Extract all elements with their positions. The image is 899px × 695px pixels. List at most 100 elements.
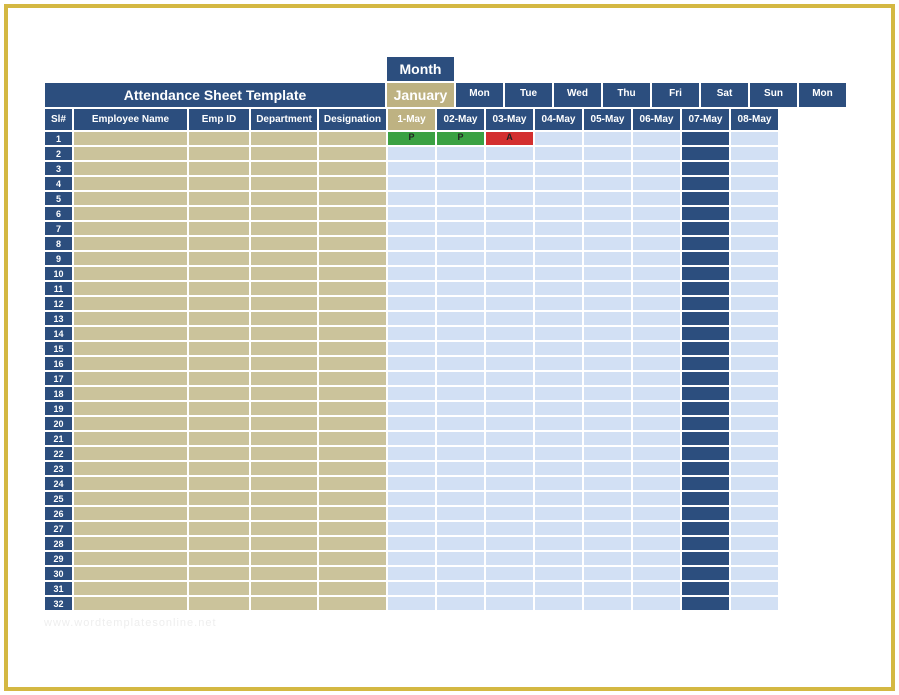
attendance-cell[interactable]	[485, 311, 534, 326]
attendance-cell[interactable]	[730, 461, 779, 476]
attendance-cell[interactable]	[485, 461, 534, 476]
attendance-cell[interactable]	[534, 416, 583, 431]
attendance-cell[interactable]	[534, 161, 583, 176]
attendance-cell[interactable]	[632, 266, 681, 281]
attendance-cell[interactable]	[534, 476, 583, 491]
attendance-cell[interactable]	[632, 566, 681, 581]
cell-desig[interactable]	[318, 581, 387, 596]
attendance-cell[interactable]	[730, 266, 779, 281]
cell-dept[interactable]	[250, 311, 318, 326]
cell-name[interactable]	[73, 326, 188, 341]
attendance-cell[interactable]	[681, 161, 730, 176]
attendance-cell[interactable]	[387, 491, 436, 506]
attendance-cell[interactable]	[436, 521, 485, 536]
attendance-cell[interactable]	[681, 281, 730, 296]
attendance-cell[interactable]	[387, 551, 436, 566]
cell-desig[interactable]	[318, 341, 387, 356]
cell-name[interactable]	[73, 356, 188, 371]
attendance-cell[interactable]	[436, 476, 485, 491]
attendance-cell[interactable]	[534, 191, 583, 206]
attendance-cell[interactable]	[485, 521, 534, 536]
cell-empid[interactable]	[188, 596, 250, 611]
attendance-cell[interactable]	[632, 161, 681, 176]
cell-dept[interactable]	[250, 221, 318, 236]
attendance-cell[interactable]	[436, 251, 485, 266]
attendance-cell[interactable]	[387, 266, 436, 281]
attendance-cell[interactable]	[436, 161, 485, 176]
cell-name[interactable]	[73, 341, 188, 356]
cell-name[interactable]	[73, 461, 188, 476]
attendance-cell[interactable]	[583, 311, 632, 326]
attendance-cell[interactable]	[632, 206, 681, 221]
cell-name[interactable]	[73, 251, 188, 266]
attendance-cell[interactable]	[583, 431, 632, 446]
attendance-cell[interactable]	[485, 281, 534, 296]
attendance-cell[interactable]	[534, 356, 583, 371]
attendance-cell[interactable]	[436, 221, 485, 236]
attendance-cell[interactable]	[730, 326, 779, 341]
attendance-cell[interactable]	[583, 326, 632, 341]
attendance-cell[interactable]	[583, 146, 632, 161]
cell-empid[interactable]	[188, 221, 250, 236]
attendance-cell[interactable]	[387, 236, 436, 251]
attendance-cell[interactable]	[681, 191, 730, 206]
attendance-cell[interactable]	[681, 506, 730, 521]
cell-dept[interactable]	[250, 446, 318, 461]
attendance-cell[interactable]	[485, 251, 534, 266]
cell-desig[interactable]	[318, 251, 387, 266]
attendance-cell[interactable]	[730, 401, 779, 416]
attendance-cell[interactable]	[387, 521, 436, 536]
cell-desig[interactable]	[318, 146, 387, 161]
attendance-cell[interactable]	[436, 566, 485, 581]
attendance-cell[interactable]	[730, 176, 779, 191]
cell-dept[interactable]	[250, 431, 318, 446]
attendance-cell[interactable]	[485, 476, 534, 491]
attendance-cell[interactable]	[485, 296, 534, 311]
attendance-cell[interactable]	[583, 506, 632, 521]
cell-desig[interactable]	[318, 221, 387, 236]
attendance-cell[interactable]	[632, 536, 681, 551]
cell-empid[interactable]	[188, 341, 250, 356]
cell-desig[interactable]	[318, 386, 387, 401]
cell-name[interactable]	[73, 566, 188, 581]
cell-name[interactable]	[73, 581, 188, 596]
cell-empid[interactable]	[188, 266, 250, 281]
cell-desig[interactable]	[318, 476, 387, 491]
attendance-cell[interactable]	[534, 341, 583, 356]
cell-name[interactable]	[73, 281, 188, 296]
attendance-cell[interactable]	[632, 596, 681, 611]
attendance-cell[interactable]	[730, 521, 779, 536]
cell-dept[interactable]	[250, 461, 318, 476]
attendance-cell[interactable]	[730, 551, 779, 566]
cell-desig[interactable]	[318, 521, 387, 536]
attendance-cell[interactable]	[387, 371, 436, 386]
attendance-cell[interactable]	[681, 236, 730, 251]
attendance-cell[interactable]	[436, 326, 485, 341]
attendance-cell[interactable]	[387, 296, 436, 311]
attendance-cell[interactable]	[387, 176, 436, 191]
attendance-cell[interactable]	[436, 191, 485, 206]
cell-dept[interactable]	[250, 476, 318, 491]
attendance-cell[interactable]	[632, 401, 681, 416]
cell-name[interactable]	[73, 176, 188, 191]
cell-name[interactable]	[73, 536, 188, 551]
attendance-cell[interactable]	[436, 206, 485, 221]
attendance-cell[interactable]	[681, 536, 730, 551]
cell-dept[interactable]	[250, 146, 318, 161]
attendance-cell[interactable]	[436, 356, 485, 371]
cell-desig[interactable]	[318, 536, 387, 551]
cell-name[interactable]	[73, 401, 188, 416]
cell-empid[interactable]	[188, 566, 250, 581]
cell-dept[interactable]	[250, 131, 318, 146]
cell-desig[interactable]	[318, 491, 387, 506]
attendance-cell[interactable]	[730, 341, 779, 356]
attendance-cell[interactable]	[730, 446, 779, 461]
cell-dept[interactable]	[250, 521, 318, 536]
attendance-cell[interactable]	[632, 131, 681, 146]
attendance-cell[interactable]	[485, 221, 534, 236]
attendance-cell[interactable]: P	[387, 131, 436, 146]
attendance-cell[interactable]	[583, 161, 632, 176]
attendance-cell[interactable]	[534, 326, 583, 341]
attendance-cell[interactable]	[436, 416, 485, 431]
cell-name[interactable]	[73, 221, 188, 236]
